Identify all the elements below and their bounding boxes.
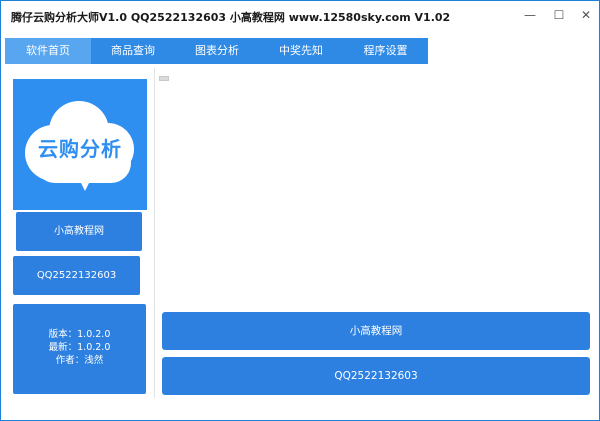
- window-title: 腾仔云购分析大师V1.0 QQ2522132603 小高教程网 www.1258…: [11, 11, 451, 24]
- version-label: 版本：1.0.2.0: [48, 329, 111, 340]
- version-info-panel: 版本：1.0.2.0 最新：1.0.2.0 作者：浅然: [13, 304, 146, 394]
- main-qq-button[interactable]: QQ2522132603: [162, 357, 590, 395]
- content-marker: [159, 76, 169, 81]
- tab-winning-prophet[interactable]: 中奖先知: [259, 38, 343, 64]
- close-icon[interactable]: ✕: [575, 5, 597, 25]
- minimize-icon[interactable]: —: [519, 5, 541, 25]
- latest-version-label: 最新：1.0.2.0: [48, 342, 111, 353]
- sidebar-link-button[interactable]: 小高教程网: [16, 212, 142, 251]
- maximize-icon[interactable]: ☐: [548, 5, 570, 25]
- author-label: 作者：浅然: [55, 355, 104, 366]
- sidebar-qq-button[interactable]: QQ2522132603: [13, 256, 140, 295]
- tab-chart-analysis[interactable]: 图表分析: [175, 38, 259, 64]
- tab-home[interactable]: 软件首页: [5, 38, 91, 64]
- tab-settings[interactable]: 程序设置: [343, 38, 428, 64]
- content-area: [160, 75, 593, 310]
- logo-text: 云购分析: [38, 137, 122, 161]
- tab-product-query[interactable]: 商品查询: [91, 38, 175, 64]
- tab-bar: 软件首页 商品查询 图表分析 中奖先知 程序设置: [5, 38, 428, 64]
- logo: 云购分析: [13, 79, 147, 210]
- main-link-button[interactable]: 小高教程网: [162, 312, 590, 350]
- title-bar: 腾仔云购分析大师V1.0 QQ2522132603 小高教程网 www.1258…: [1, 1, 599, 31]
